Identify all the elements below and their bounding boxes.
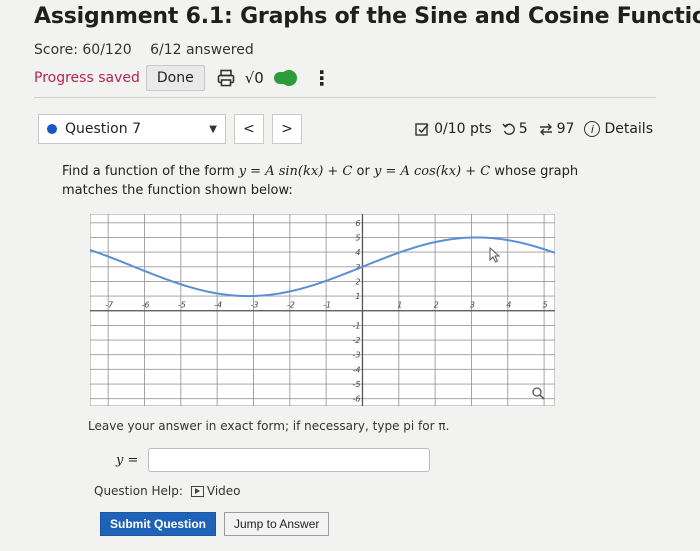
jump-to-answer-button[interactable]: Jump to Answer: [224, 512, 330, 536]
score-row: Score: 60/120 6/12 answered: [34, 42, 268, 58]
y-tick-label: -1: [352, 321, 360, 330]
y-tick-label: 4: [355, 248, 360, 257]
y-tick-label: 2: [355, 277, 360, 286]
score-text: Score: 60/120: [34, 42, 132, 58]
status-row: Progress saved Done √0 ⋮: [34, 64, 332, 92]
x-tick-label: -4: [214, 301, 222, 310]
checkbox-icon: [415, 122, 429, 136]
answer-row: y =: [116, 448, 431, 472]
info-icon: i: [584, 121, 601, 137]
question-prompt: Find a function of the form y = A sin(kx…: [62, 162, 622, 200]
tool-icons: √0: [217, 69, 297, 87]
details-link[interactable]: i Details: [584, 121, 653, 137]
answer-input[interactable]: [148, 448, 431, 472]
done-button[interactable]: Done: [145, 65, 205, 91]
prompt-text-a: Find a function of the form: [62, 164, 239, 179]
x-tick-label: 3: [470, 301, 475, 310]
plot-background: [90, 214, 555, 406]
answer-instruction: Leave your answer in exact form; if nece…: [88, 419, 450, 433]
prompt-text-b: or: [352, 164, 374, 179]
x-tick-label: 5: [543, 301, 548, 310]
more-menu-icon[interactable]: ⋮: [312, 66, 332, 90]
question-select[interactable]: Question 7 ▼: [38, 114, 226, 144]
attempts-count: 97: [556, 121, 575, 137]
attempts-icon: [539, 123, 552, 136]
x-tick-label: -7: [105, 301, 114, 310]
y-tick-label: 1: [355, 292, 360, 301]
answer-label: y =: [116, 452, 139, 468]
formula-sine: y = A sin(kx) + C: [238, 164, 353, 179]
x-tick-label: -5: [178, 301, 186, 310]
question-meta: 0/10 pts 5 97 i Details: [415, 121, 653, 137]
caret-down-icon: ▼: [209, 123, 217, 135]
x-tick-label: -3: [250, 301, 258, 310]
x-tick-label: 2: [434, 301, 439, 310]
assignment-title: Assignment 6.1: Graphs of the Sine and C…: [34, 4, 700, 29]
details-label: Details: [604, 121, 653, 137]
y-tick-label: -6: [352, 395, 360, 404]
points-text: 0/10 pts: [434, 121, 492, 137]
formula-cosine: y = A cos(kx) + C: [373, 164, 491, 179]
progress-saved-text: Progress saved: [34, 70, 140, 86]
question-help: Question Help: Video: [94, 484, 241, 498]
prev-question-button[interactable]: <: [234, 114, 264, 144]
video-link[interactable]: Video: [207, 484, 241, 498]
grid-lines: [90, 214, 555, 406]
x-tick-label: 4: [506, 301, 511, 310]
y-tick-label: 6: [355, 219, 360, 228]
y-tick-label: -3: [352, 351, 360, 360]
retries-group: 5: [502, 121, 528, 137]
x-tick-label: -1: [323, 301, 331, 310]
function-graph: -7 -6 -5 -4 -3 -2 -1 1 2 3 4 5654321-1-2-3-4-5-6: [90, 214, 555, 406]
divider: [34, 97, 656, 98]
attempts-group: 97: [538, 121, 575, 137]
y-tick-label: 5: [355, 233, 360, 242]
action-buttons: Submit Question Jump to Answer: [100, 512, 330, 536]
question-bar: Question 7 ▼ < > 0/10 pts 5 97 i Details: [38, 112, 653, 146]
question-select-label: Question 7: [65, 121, 141, 137]
math-palette-label[interactable]: √0: [245, 69, 264, 87]
points-group: 0/10 pts: [415, 121, 492, 137]
retry-icon: [502, 123, 515, 135]
video-icon: [190, 485, 204, 497]
math-toggle[interactable]: [273, 70, 297, 86]
y-tick-label: -5: [352, 380, 360, 389]
x-tick-label: 1: [397, 301, 402, 310]
retries-count: 5: [518, 121, 528, 137]
x-tick-label: -6: [142, 301, 150, 310]
y-tick-label: -2: [352, 336, 360, 345]
answered-count: 6/12 answered: [150, 42, 254, 58]
y-tick-label: -4: [352, 365, 360, 374]
x-tick-label: -2: [287, 301, 295, 310]
question-status-dot: [47, 124, 57, 134]
submit-question-button[interactable]: Submit Question: [100, 512, 216, 536]
next-question-button[interactable]: >: [272, 114, 302, 144]
print-icon[interactable]: [217, 69, 235, 87]
help-label: Question Help:: [94, 484, 183, 498]
